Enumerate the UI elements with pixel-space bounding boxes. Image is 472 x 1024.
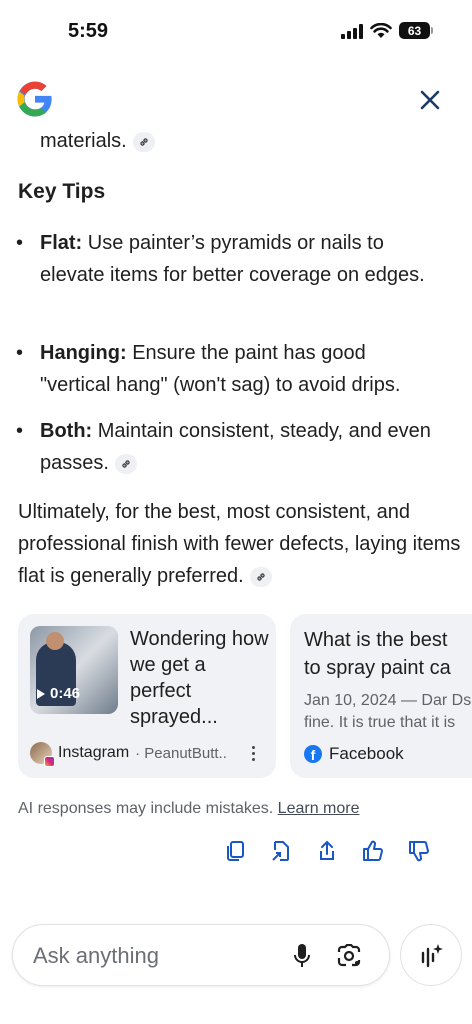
card-source: Instagram · PeanutButt.. [30, 742, 227, 767]
fragment-text: materials. [40, 130, 127, 152]
disclaimer-text: AI responses may include mistakes. [18, 800, 274, 817]
learn-more-link[interactable]: Learn more [278, 800, 360, 817]
tip-text: Maintain consistent, steady, and even pa… [40, 420, 431, 474]
source-name: Facebook [329, 744, 404, 763]
share-icon [320, 840, 334, 860]
status-time: 5:59 [68, 20, 109, 42]
wifi-icon [370, 22, 392, 38]
feedback-actions [222, 838, 432, 864]
source-card-facebook[interactable]: What is the best to spray paint ca Jan 1… [290, 614, 472, 778]
thumbnail-head [46, 632, 64, 650]
card-title-line: What is the best [304, 629, 448, 651]
source-name: Instagram [58, 744, 130, 761]
source-cards-carousel[interactable]: 0:46 Wondering how we get a perfect spra… [18, 614, 472, 778]
thumbs-down-icon [409, 840, 429, 862]
more-options-button[interactable] [244, 742, 262, 764]
source-card-instagram[interactable]: 0:46 Wondering how we get a perfect spra… [18, 614, 276, 778]
close-icon [420, 90, 440, 110]
snippet-line: fine. It is true that it is [304, 714, 456, 731]
card-snippet: Jan 10, 2024 — Dar Ds fine. It is true t… [304, 690, 472, 734]
thumbs-down-button[interactable] [406, 838, 432, 864]
instagram-icon [44, 756, 55, 767]
source-link-chip[interactable] [249, 566, 272, 587]
battery-icon: 63 [399, 22, 433, 39]
copy-button[interactable] [222, 838, 248, 864]
facebook-icon: f [304, 745, 322, 763]
tip-text: Use painter’s pyramids or nails to eleva… [40, 232, 425, 286]
thumbs-up-icon [363, 840, 383, 862]
avatar [30, 742, 55, 767]
tip-label: Both: [40, 420, 93, 442]
play-icon [37, 688, 45, 699]
sparkle-bars-icon [421, 944, 443, 968]
snippet-line: Jan 10, 2024 — Dar Ds [304, 692, 472, 709]
tip-label: Hanging: [40, 342, 127, 364]
ask-bar [12, 924, 390, 986]
ai-mode-button[interactable] [400, 924, 462, 986]
voice-search-button[interactable] [289, 942, 315, 970]
video-thumbnail[interactable]: 0:46 [30, 626, 118, 714]
status-bar: 5:59 63 [0, 0, 472, 64]
answer-fragment: materials. [40, 130, 155, 153]
link-icon [256, 573, 265, 581]
google-logo-icon [17, 81, 52, 117]
export-doc-button[interactable] [268, 838, 294, 864]
ask-input[interactable] [33, 943, 283, 969]
cellular-signal-icon [341, 23, 363, 39]
link-icon [122, 460, 130, 468]
thumbs-up-button[interactable] [360, 838, 386, 864]
conclusion-text: Ultimately, for the best, most consisten… [18, 501, 461, 587]
link-icon [140, 138, 148, 146]
video-duration: 0:46 [36, 685, 80, 702]
card-title-line: to spray paint ca [304, 657, 451, 679]
tip-both: Both: Maintain consistent, steady, and e… [16, 415, 440, 479]
share-button[interactable] [314, 838, 340, 864]
export-doc-icon [272, 841, 289, 861]
microphone-icon [294, 944, 310, 967]
tip-flat: Flat: Use painter’s pyramids or nails to… [16, 227, 440, 291]
google-lens-icon [337, 944, 361, 967]
ai-disclaimer: AI responses may include mistakes. Learn… [18, 800, 360, 818]
status-icons: 63 [341, 22, 433, 39]
source-account: · PeanutButt.. [135, 744, 227, 762]
key-tips-heading: Key Tips [18, 180, 106, 203]
card-source: f Facebook [304, 744, 404, 764]
copy-icon [227, 841, 244, 861]
source-link-chip[interactable] [132, 131, 155, 152]
battery-level: 63 [407, 23, 422, 38]
card-title: What is the best to spray paint ca [304, 626, 472, 682]
tip-hanging: Hanging: Ensure the paint has good "vert… [16, 337, 440, 401]
duration-text: 0:46 [50, 685, 81, 702]
conclusion-paragraph: Ultimately, for the best, most consisten… [18, 496, 462, 592]
close-button[interactable] [416, 86, 444, 114]
card-title: Wondering how we get a perfect sprayed..… [130, 628, 269, 728]
lens-button[interactable] [335, 942, 363, 970]
source-link-chip[interactable] [114, 453, 137, 474]
tip-label: Flat: [40, 232, 83, 254]
